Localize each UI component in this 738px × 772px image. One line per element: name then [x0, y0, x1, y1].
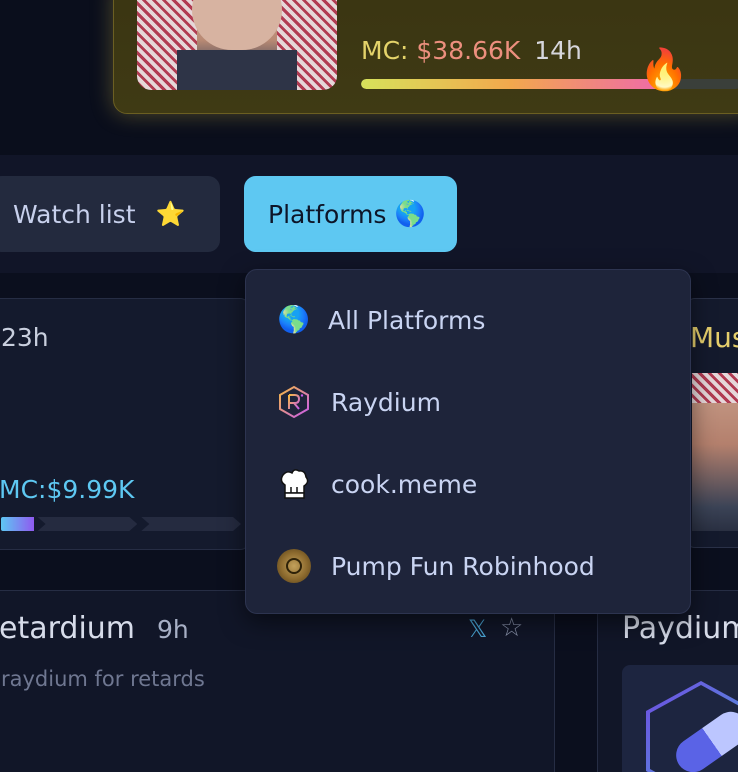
coin-core	[286, 558, 302, 574]
mc-label: MC:	[361, 36, 409, 65]
dropdown-item-label: All Platforms	[328, 305, 486, 335]
watchlist-label: Watch list	[13, 199, 136, 229]
globe-icon: 🌎	[394, 199, 426, 228]
dropdown-item-cook-meme[interactable]: cook.meme	[246, 449, 692, 519]
mc-value: $38.66K	[416, 36, 521, 65]
progress-segment	[141, 517, 241, 531]
token-age: 9h	[157, 615, 189, 644]
coin-icon	[277, 549, 311, 583]
token-age: 23h	[1, 323, 49, 352]
dropdown-item-label: Raydium	[331, 387, 441, 417]
token-card[interactable]: etardium 9h raydium for retards 𝕏 ☆	[0, 590, 555, 772]
featured-token-image	[137, 0, 337, 90]
token-description: raydium for retards	[1, 667, 205, 691]
favorite-star-icon[interactable]: ☆	[500, 613, 523, 643]
x-twitter-icon[interactable]: 𝕏	[468, 615, 487, 643]
image-detail	[692, 373, 738, 403]
dropdown-item-pump-fun-robinhood[interactable]: Pump Fun Robinhood	[246, 531, 692, 601]
fire-icon: 🔥	[639, 47, 689, 93]
raydium-icon	[277, 385, 311, 419]
token-name: Mus	[690, 321, 738, 354]
token-market-cap: MC:$9.99K	[0, 475, 135, 504]
platforms-dropdown: 🌎 All Platforms Raydium cook.meme Pump F…	[245, 269, 691, 614]
bonding-progress-bar	[1, 517, 241, 531]
star-icon: ⭐	[155, 200, 186, 228]
bonding-progress-fill	[361, 79, 662, 89]
token-image	[692, 373, 738, 531]
dropdown-item-raydium[interactable]: Raydium	[246, 367, 692, 437]
image-detail	[192, 0, 282, 50]
token-name: Paydium	[622, 611, 738, 646]
platforms-button[interactable]: Platforms 🌎	[244, 176, 457, 252]
dropdown-item-label: cook.meme	[331, 469, 478, 499]
coin-shape	[277, 549, 311, 583]
token-name: etardium	[0, 611, 136, 646]
progress-segment	[37, 517, 138, 531]
progress-segment	[1, 517, 34, 531]
chef-hat-icon	[277, 467, 311, 501]
image-detail	[177, 50, 297, 90]
token-image	[622, 665, 738, 772]
token-card[interactable]: Paydium	[597, 590, 738, 772]
dropdown-item-label: Pump Fun Robinhood	[331, 551, 595, 581]
dropdown-item-all-platforms[interactable]: 🌎 All Platforms	[246, 285, 692, 355]
featured-market-cap: MC: $38.66K 14h	[361, 36, 582, 65]
platforms-label: Platforms	[268, 199, 387, 229]
globe-icon: 🌎	[277, 305, 311, 335]
token-card[interactable]: Mus	[685, 298, 738, 548]
watchlist-button[interactable]: Watch list ⭐	[0, 176, 220, 252]
token-card[interactable]: 23h MC:$9.99K	[0, 298, 250, 550]
featured-age: 14h	[534, 36, 582, 65]
